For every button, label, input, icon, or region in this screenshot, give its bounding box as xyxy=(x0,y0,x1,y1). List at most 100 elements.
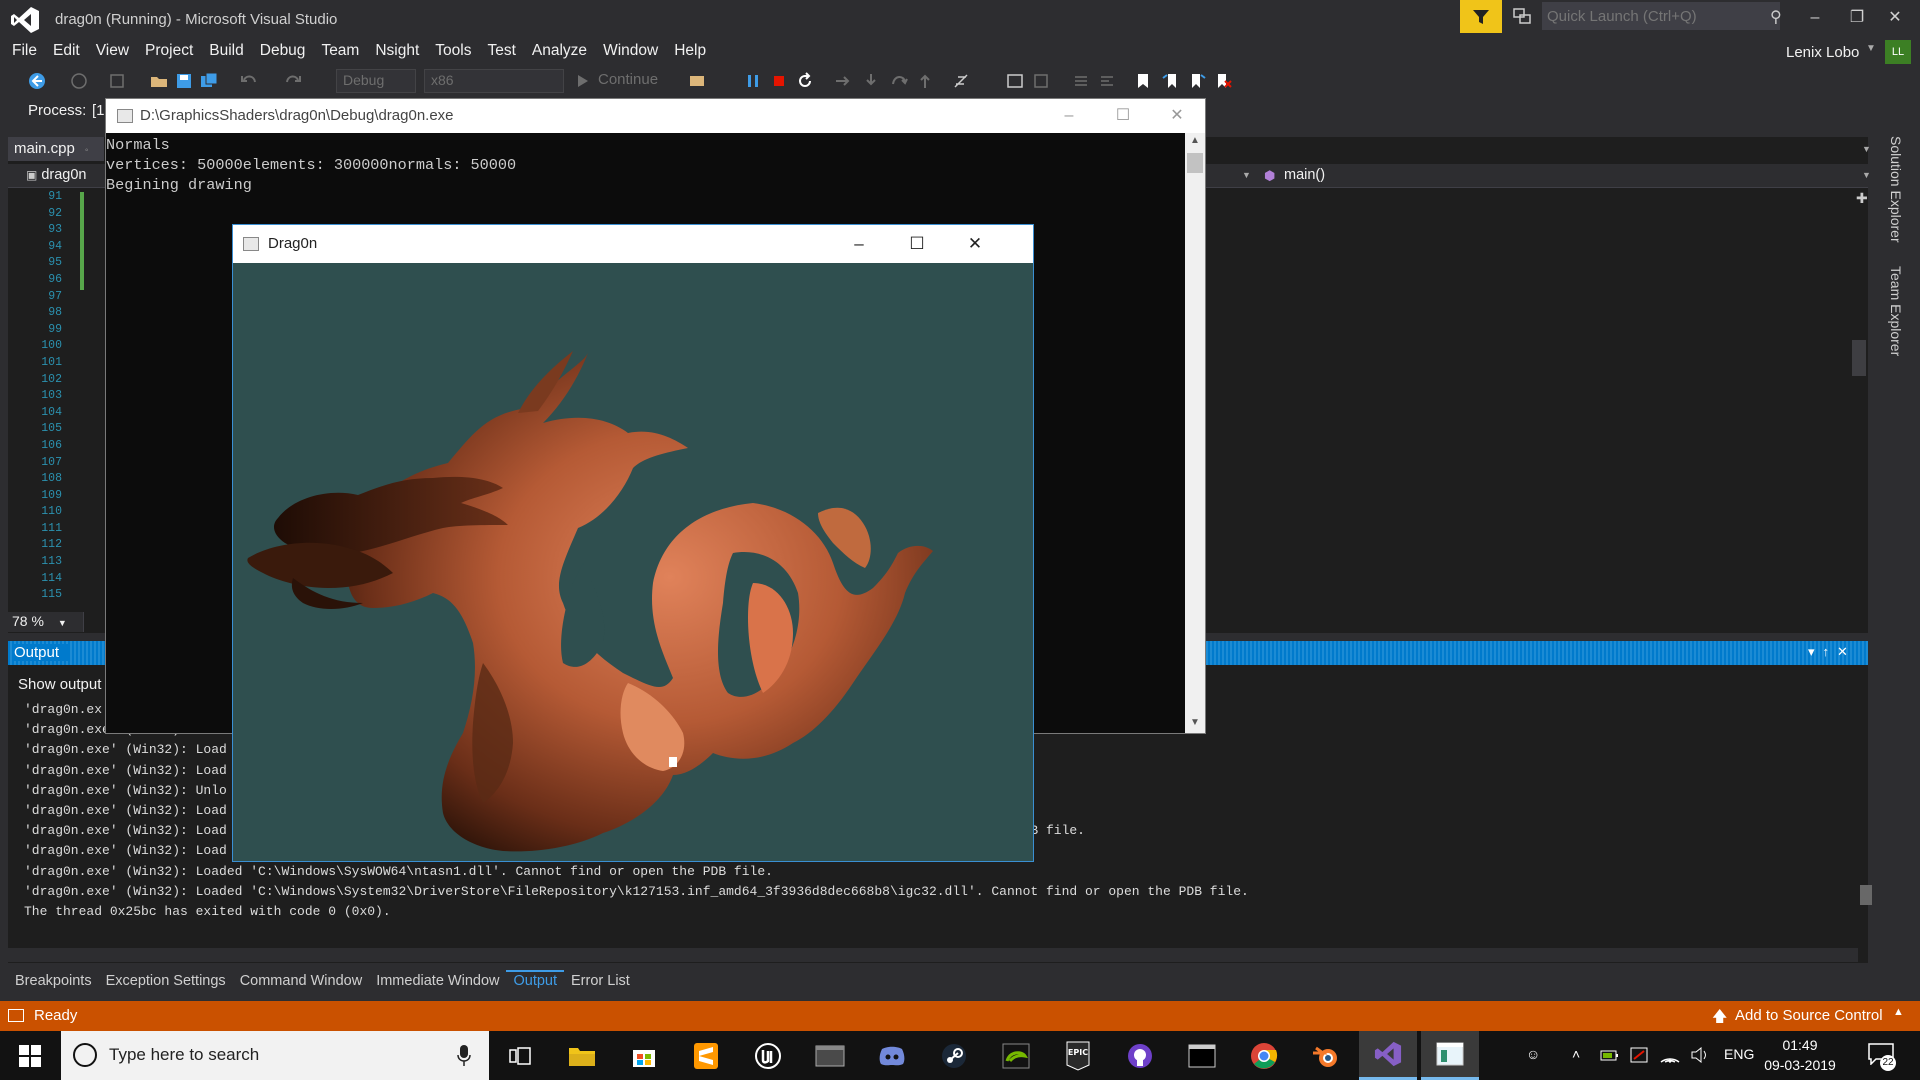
nvidia-icon[interactable] xyxy=(987,1031,1045,1080)
menu-file[interactable]: File xyxy=(4,38,45,65)
pause-icon[interactable] xyxy=(744,72,762,90)
blender-icon[interactable] xyxy=(1297,1031,1355,1080)
battery-icon[interactable] xyxy=(1600,1047,1620,1063)
quick-launch-input[interactable] xyxy=(1542,2,1780,30)
menu-nsight[interactable]: Nsight xyxy=(367,38,427,65)
function-caret-icon[interactable]: ▼ xyxy=(1862,170,1871,180)
scroll-thumb[interactable] xyxy=(1852,340,1866,376)
output-scrollbar[interactable] xyxy=(1858,700,1876,945)
clear-bookmarks-icon[interactable] xyxy=(1214,72,1232,90)
notification-flag-icon[interactable] xyxy=(1512,6,1532,26)
unreal-engine-icon[interactable] xyxy=(739,1031,797,1080)
user-name[interactable]: Lenix Lobo xyxy=(1786,44,1859,61)
solution-explorer-tab[interactable]: Solution Explorer xyxy=(1888,136,1904,243)
show-next-statement-icon[interactable] xyxy=(834,72,852,90)
forward-icon[interactable] xyxy=(70,72,88,90)
thread-icon[interactable] xyxy=(1006,72,1024,90)
step-over-icon[interactable] xyxy=(890,72,908,90)
console-scroll-thumb[interactable] xyxy=(1187,153,1203,173)
tab-command-window[interactable]: Command Window xyxy=(233,970,370,994)
avatar[interactable]: LL xyxy=(1885,40,1911,64)
epic-games-icon[interactable]: EPIC xyxy=(1049,1031,1107,1080)
opengl-viewport[interactable] xyxy=(233,263,1033,861)
output-hscrollbar[interactable] xyxy=(8,948,1858,962)
project-dropdown[interactable]: ▣ drag0n xyxy=(26,167,87,183)
steam-icon[interactable] xyxy=(925,1031,983,1080)
taskbar-search-box[interactable]: Type here to search xyxy=(61,1031,489,1080)
menu-view[interactable]: View xyxy=(88,38,137,65)
output-window-controls[interactable]: ▾↑✕ xyxy=(1808,644,1856,660)
menu-analyze[interactable]: Analyze xyxy=(524,38,595,65)
render-close-button[interactable]: ✕ xyxy=(946,225,1004,263)
redo-icon[interactable] xyxy=(284,72,302,90)
platform-select[interactable]: x86 xyxy=(424,69,564,93)
menu-tools[interactable]: Tools xyxy=(427,38,479,65)
previous-bookmark-icon[interactable] xyxy=(1162,72,1180,90)
input-language[interactable]: ENG xyxy=(1724,1046,1754,1062)
stop-icon[interactable] xyxy=(770,72,788,90)
volume-icon[interactable] xyxy=(1690,1047,1710,1063)
tab-immediate-window[interactable]: Immediate Window xyxy=(369,970,506,994)
back-icon[interactable] xyxy=(28,72,46,90)
drag0n-render-window[interactable]: Drag0n – ☐ ✕ xyxy=(232,224,1034,862)
start-button[interactable] xyxy=(0,1031,60,1080)
process-select[interactable]: [1 xyxy=(92,102,105,119)
tab-overflow-icon[interactable]: ▼ xyxy=(1862,144,1871,154)
menu-team[interactable]: Team xyxy=(313,38,367,65)
continue-play-icon[interactable] xyxy=(574,72,592,90)
tab-exception-settings[interactable]: Exception Settings xyxy=(99,970,233,994)
add-to-source-control-button[interactable]: Add to Source Control xyxy=(1735,1007,1883,1024)
tab-output[interactable]: Output xyxy=(506,970,565,994)
menu-help[interactable]: Help xyxy=(666,38,714,65)
console-scrollbar[interactable]: ▲ ▼ xyxy=(1185,133,1205,733)
undo-icon[interactable] xyxy=(240,72,258,90)
menu-debug[interactable]: Debug xyxy=(252,38,314,65)
visual-studio-taskbar-icon[interactable] xyxy=(1359,1031,1417,1080)
console-minimize-button[interactable]: – xyxy=(1046,99,1092,133)
save-all-icon[interactable] xyxy=(200,72,218,90)
uncomment-icon[interactable] xyxy=(1098,72,1116,90)
drag0n-taskbar-icon[interactable] xyxy=(1421,1031,1479,1080)
scope-caret-icon[interactable]: ▼ xyxy=(1242,170,1251,180)
discord-icon[interactable] xyxy=(863,1031,921,1080)
scroll-down-icon[interactable]: ▼ xyxy=(1190,717,1200,728)
step-into-icon[interactable] xyxy=(862,72,880,90)
attach-process-icon[interactable] xyxy=(688,72,706,90)
split-editor-icon[interactable]: ✚ xyxy=(1856,190,1868,207)
chrome-icon[interactable] xyxy=(1235,1031,1293,1080)
continue-button[interactable]: Continue xyxy=(598,71,658,88)
output-scroll-thumb[interactable] xyxy=(1860,885,1872,905)
next-bookmark-icon[interactable] xyxy=(1188,72,1206,90)
cmd-icon[interactable] xyxy=(1173,1031,1231,1080)
wifi-icon[interactable] xyxy=(1660,1047,1680,1063)
microphone-icon[interactable] xyxy=(457,1043,471,1067)
store-icon[interactable] xyxy=(615,1031,673,1080)
nvidia-tray-icon[interactable] xyxy=(1630,1047,1648,1063)
scroll-up-icon[interactable]: ▲ xyxy=(1190,135,1200,146)
upload-arrow-icon[interactable]: 🡅 xyxy=(1712,1006,1727,1031)
function-dropdown[interactable]: main() xyxy=(1284,167,1325,183)
people-icon[interactable]: ☺ xyxy=(1526,1046,1540,1062)
tab-main-cpp[interactable]: main.cpp ◦ xyxy=(8,137,104,161)
render-minimize-button[interactable]: – xyxy=(830,225,888,263)
stack-frame-icon[interactable] xyxy=(1032,72,1050,90)
menu-edit[interactable]: Edit xyxy=(45,38,88,65)
new-project-icon[interactable] xyxy=(108,72,126,90)
bookmark-icon[interactable] xyxy=(1134,72,1152,90)
pin-icon[interactable]: ◦ xyxy=(85,145,89,156)
console-close-button[interactable]: ✕ xyxy=(1154,99,1200,133)
task-view-button[interactable] xyxy=(491,1031,549,1080)
menu-build[interactable]: Build xyxy=(201,38,251,65)
close-button[interactable]: ✕ xyxy=(1880,6,1910,30)
restart-icon[interactable] xyxy=(796,72,814,90)
zoom-select[interactable]: 78 % ▼ xyxy=(8,612,84,632)
menu-project[interactable]: Project xyxy=(137,38,201,65)
user-caret-icon[interactable]: ▼ xyxy=(1866,43,1876,54)
source-control-caret-icon[interactable]: ▲ xyxy=(1893,1006,1904,1018)
system-clock[interactable]: 01:49 09-03-2019 xyxy=(1764,1035,1836,1075)
minimize-button[interactable]: – xyxy=(1800,6,1830,30)
menu-window[interactable]: Window xyxy=(595,38,666,65)
configuration-select[interactable]: Debug xyxy=(336,69,416,93)
open-folder-icon[interactable] xyxy=(150,72,168,90)
save-icon[interactable] xyxy=(175,72,193,90)
